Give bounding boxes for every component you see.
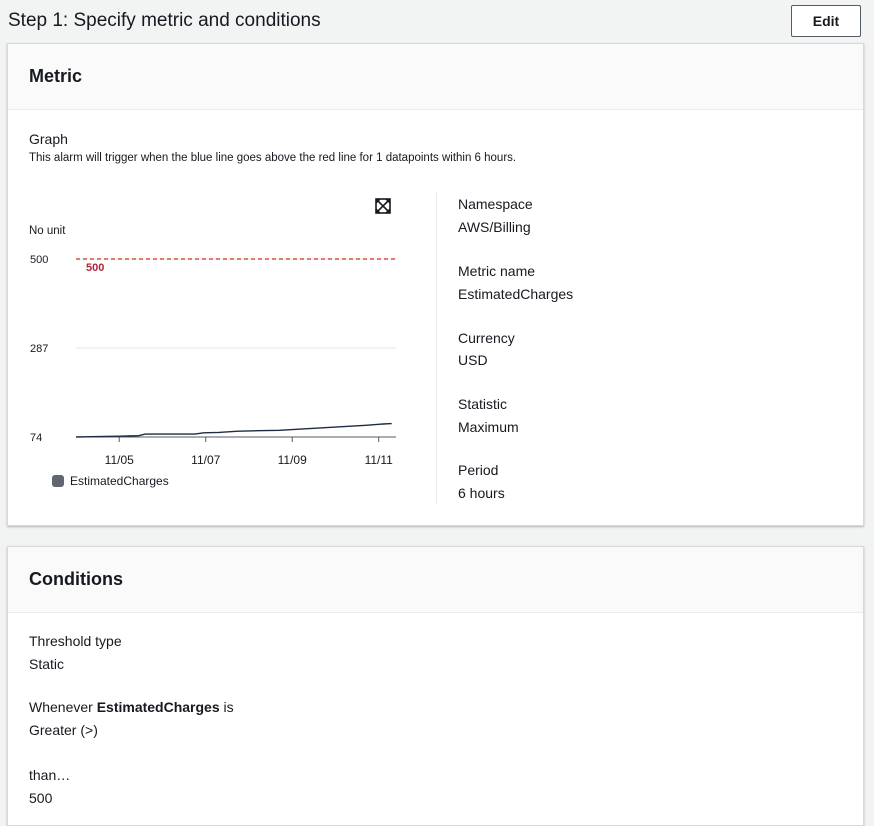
whenever-label: Whenever EstimatedCharges is: [29, 699, 234, 715]
metric-card: Metric Graph This alarm will trigger whe…: [7, 43, 864, 526]
legend-swatch: [52, 475, 64, 487]
than-value: 500: [29, 790, 53, 806]
threshold-label: 500: [86, 262, 104, 274]
metric-chart: 500 287 74 11/05 11/07 11/09 11/11 500: [30, 254, 396, 467]
whenever-suffix: is: [219, 699, 234, 715]
conditions-card-heading: Conditions: [8, 547, 863, 613]
graph-label: Graph: [29, 131, 68, 147]
expand-icon[interactable]: [375, 198, 391, 214]
chart-legend[interactable]: EstimatedCharges: [52, 474, 169, 488]
x-tick-label: 11/11: [365, 453, 394, 467]
namespace-value: AWS/Billing: [458, 219, 531, 235]
legend-label: EstimatedCharges: [70, 474, 169, 488]
y-tick-label: 500: [30, 254, 48, 266]
y-tick-label: 287: [30, 343, 48, 355]
metric-name-label: Metric name: [458, 263, 536, 279]
conditions-card: Conditions Threshold type Static Wheneve…: [7, 546, 864, 826]
whenever-metric: EstimatedCharges: [96, 699, 220, 715]
chart-unit-label: No unit: [29, 225, 66, 237]
period-value: 6 hours: [458, 485, 505, 501]
statistic-value: Maximum: [458, 419, 519, 435]
metric-name-value: EstimatedCharges: [458, 286, 574, 302]
whenever-prefix: Whenever: [29, 699, 97, 715]
currency-value: USD: [458, 352, 488, 368]
comparison-value: Greater (>): [29, 722, 98, 738]
metric-card-heading: Metric: [8, 44, 863, 110]
x-tick-label: 11/09: [278, 453, 307, 467]
currency-label: Currency: [458, 330, 515, 346]
namespace-label: Namespace: [458, 196, 533, 212]
graph-description: This alarm will trigger when the blue li…: [29, 152, 517, 164]
x-tick-label: 11/05: [105, 453, 134, 467]
edit-button[interactable]: Edit: [791, 5, 861, 37]
statistic-label: Statistic: [458, 396, 508, 412]
threshold-type-label: Threshold type: [29, 633, 122, 649]
period-label: Period: [458, 462, 499, 478]
series-line-estimatedcharges: [75, 422, 392, 438]
step-title: Step 1: Specify metric and conditions: [8, 10, 321, 31]
than-label: than…: [29, 767, 71, 783]
threshold-type-value: Static: [29, 656, 65, 672]
x-tick-label: 11/07: [191, 453, 220, 467]
vertical-divider: [436, 192, 437, 504]
y-tick-label: 74: [30, 432, 42, 444]
